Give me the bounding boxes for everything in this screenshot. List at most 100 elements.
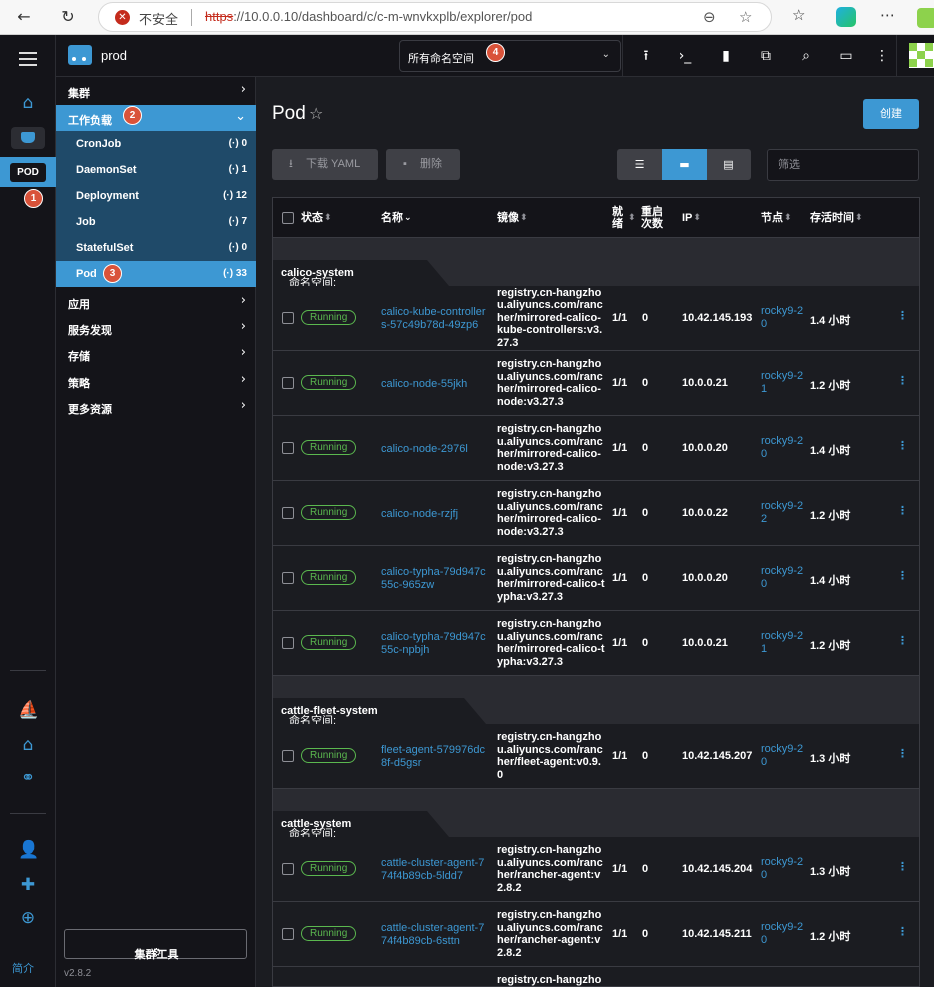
- sort-icon[interactable]: ⬍: [627, 198, 636, 238]
- kubectl-shell-icon[interactable]: ›_: [675, 46, 695, 66]
- row-checkbox[interactable]: [282, 750, 294, 762]
- pod-name-link[interactable]: fleet-agent-579976dc8f-d5gsr: [381, 731, 489, 783]
- search-icon[interactable]: ⌕: [796, 46, 816, 66]
- zoom-icon[interactable]: ⊖: [703, 8, 716, 26]
- url-text[interactable]: https://10.0.0.10/dashboard/c/c-m-wnvkxp…: [205, 9, 532, 24]
- column-header-state[interactable]: 状态 ⬍: [301, 198, 332, 238]
- nav-item-statefulset[interactable]: StatefulSet (·) 0: [56, 235, 256, 261]
- node-link[interactable]: rocky9-21: [761, 611, 805, 675]
- hamburger-menu-icon[interactable]: [19, 52, 37, 70]
- pod-name-link[interactable]: calico-typha-79d947c55c-965zw: [381, 553, 489, 605]
- column-header-restarts[interactable]: 重启次数: [641, 198, 667, 238]
- favorite-star-icon[interactable]: ☆: [739, 8, 752, 26]
- row-actions-kebab-icon[interactable]: ⋮: [897, 747, 908, 760]
- delete-button[interactable]: ▪ 删除: [386, 149, 460, 180]
- pod-name-link[interactable]: calico-node-rzjfj: [381, 488, 489, 540]
- node-link[interactable]: rocky9-20: [761, 837, 805, 901]
- row-checkbox[interactable]: [282, 377, 294, 389]
- column-header-age[interactable]: 存活时间 ⬍: [810, 198, 863, 238]
- network-icon[interactable]: ⚭: [18, 768, 38, 788]
- column-header-ready[interactable]: 就绪: [612, 198, 626, 238]
- row-checkbox[interactable]: [282, 637, 294, 649]
- user-icon[interactable]: 👤: [18, 840, 39, 860]
- nav-group-apps[interactable]: 应用 ›: [56, 289, 256, 315]
- node-link[interactable]: rocky9-22: [761, 481, 805, 545]
- row-checkbox[interactable]: [282, 442, 294, 454]
- flat-list-view-icon[interactable]: ☰: [617, 149, 662, 180]
- table-row[interactable]: Running calico-kube-controllers-57c49b78d…: [273, 286, 919, 351]
- row-actions-kebab-icon[interactable]: ⋮: [897, 309, 908, 322]
- column-header-ip[interactable]: IP ⬍: [682, 198, 701, 238]
- import-yaml-icon[interactable]: ⭱: [636, 46, 656, 66]
- sailboat-icon[interactable]: ⛵: [18, 700, 39, 720]
- row-actions-kebab-icon[interactable]: ⋮: [897, 374, 908, 387]
- table-row[interactable]: Running cattle-cluster-agent-774f4b89cb-5…: [273, 837, 919, 902]
- nav-group-storage[interactable]: 存储 ›: [56, 341, 256, 367]
- profile-icon[interactable]: [917, 8, 934, 28]
- table-row[interactable]: Running calico-typha-79d947c55c-965zw regi…: [273, 546, 919, 611]
- table-row[interactable]: Running calico-node-rzjfj registry.cn-hang…: [273, 481, 919, 546]
- nav-group-more-resources[interactable]: 更多资源 ›: [56, 394, 256, 420]
- row-checkbox[interactable]: [282, 572, 294, 584]
- pod-name-link[interactable]: calico-node-55jkh: [381, 358, 489, 410]
- kubeconfig-file-icon[interactable]: ▮: [716, 46, 736, 66]
- pod-name-link[interactable]: calico-node-2976l: [381, 423, 489, 475]
- table-row[interactable]: Running calico-node-2976l registry.cn-hang…: [273, 416, 919, 481]
- pod-name-link[interactable]: cattle-cluster-agent-774f4b89cb-6sttn: [381, 909, 489, 961]
- row-checkbox[interactable]: [282, 507, 294, 519]
- filter-input[interactable]: [767, 149, 919, 181]
- node-link[interactable]: rocky9-20: [761, 546, 805, 610]
- row-actions-kebab-icon[interactable]: ⋮: [897, 925, 908, 938]
- pod-name-link[interactable]: cattle-cluster-agent-774f4b89cb-5ldd7: [381, 844, 489, 896]
- nav-group-service-discovery[interactable]: 服务发现 ›: [56, 315, 256, 341]
- row-actions-kebab-icon[interactable]: ⋮: [897, 439, 908, 452]
- nav-item-deployment[interactable]: Deployment (·) 12: [56, 183, 256, 209]
- nav-group-cluster[interactable]: 集群 ›: [56, 78, 256, 104]
- table-row[interactable]: Running calico-node-55jkh registry.cn-hang…: [273, 351, 919, 416]
- namespace-select[interactable]: 所有命名空间 ⌄: [399, 40, 621, 72]
- column-header-name[interactable]: 名称 ⌄: [381, 198, 412, 238]
- node-link[interactable]: rocky9-20: [761, 416, 805, 480]
- table-row[interactable]: Running calico-typha-79d947c55c-npbjh regi…: [273, 611, 919, 676]
- nav-item-cronjob[interactable]: CronJob (·) 0: [56, 131, 256, 157]
- node-link[interactable]: rocky9-20: [761, 286, 805, 350]
- home-icon[interactable]: ⌂: [18, 93, 38, 113]
- row-checkbox[interactable]: [282, 863, 294, 875]
- edge-extension-icon[interactable]: [836, 7, 856, 27]
- create-button[interactable]: 创建: [863, 99, 919, 129]
- row-actions-kebab-icon[interactable]: ⋮: [897, 504, 908, 517]
- globe-icon[interactable]: ⊕: [18, 908, 38, 928]
- row-checkbox[interactable]: [282, 312, 294, 324]
- cluster-tools-button[interactable]: ⚙ 集群工具: [64, 929, 247, 961]
- select-all-checkbox[interactable]: [282, 198, 294, 238]
- refresh-icon[interactable]: ↻: [58, 7, 78, 27]
- group-by-namespace-view-icon[interactable]: ▬: [662, 149, 707, 180]
- table-row[interactable]: registry.cn-hangzhou.: [273, 967, 919, 986]
- address-bar[interactable]: ✕ 不安全 https://10.0.0.10/dashboard/c/c-m-…: [98, 2, 772, 32]
- table-row[interactable]: Running cattle-cluster-agent-774f4b89cb-6…: [273, 902, 919, 967]
- more-menu-icon[interactable]: ⋯: [880, 6, 895, 24]
- table-row[interactable]: Running fleet-agent-579976dc8f-d5gsr regis…: [273, 724, 919, 789]
- cluster-icon[interactable]: [11, 127, 45, 149]
- pod-name-link[interactable]: calico-kube-controllers-57c49b78d-49zp6: [381, 293, 489, 345]
- row-actions-kebab-icon[interactable]: ⋮: [897, 569, 908, 582]
- column-header-node[interactable]: 节点 ⬍: [761, 198, 792, 238]
- nav-group-policy[interactable]: 策略 ›: [56, 368, 256, 394]
- extension-puzzle-icon[interactable]: ✚: [18, 875, 38, 895]
- nav-item-job[interactable]: Job (·) 7: [56, 209, 256, 235]
- docs-book-icon[interactable]: ▭: [836, 46, 856, 66]
- intro-link[interactable]: 简介: [12, 960, 34, 976]
- nav-group-workloads[interactable]: 工作负载 ⌄: [56, 105, 256, 131]
- more-actions-icon[interactable]: ⋮: [872, 46, 892, 66]
- nav-item-pod[interactable]: Pod (·) 33: [56, 261, 256, 287]
- insecure-warning-icon[interactable]: ✕: [115, 10, 130, 25]
- node-link[interactable]: rocky9-20: [761, 724, 805, 788]
- node-link[interactable]: rocky9-21: [761, 351, 805, 415]
- house-icon[interactable]: ⌂: [18, 735, 38, 755]
- back-arrow-icon[interactable]: ←: [14, 7, 34, 27]
- favorite-star-icon[interactable]: ☆: [309, 104, 323, 123]
- pod-rail-badge[interactable]: POD: [10, 163, 46, 182]
- row-actions-kebab-icon[interactable]: ⋮: [897, 860, 908, 873]
- copy-kubeconfig-icon[interactable]: ⧉: [756, 46, 776, 66]
- pod-name-link[interactable]: calico-typha-79d947c55c-npbjh: [381, 618, 489, 670]
